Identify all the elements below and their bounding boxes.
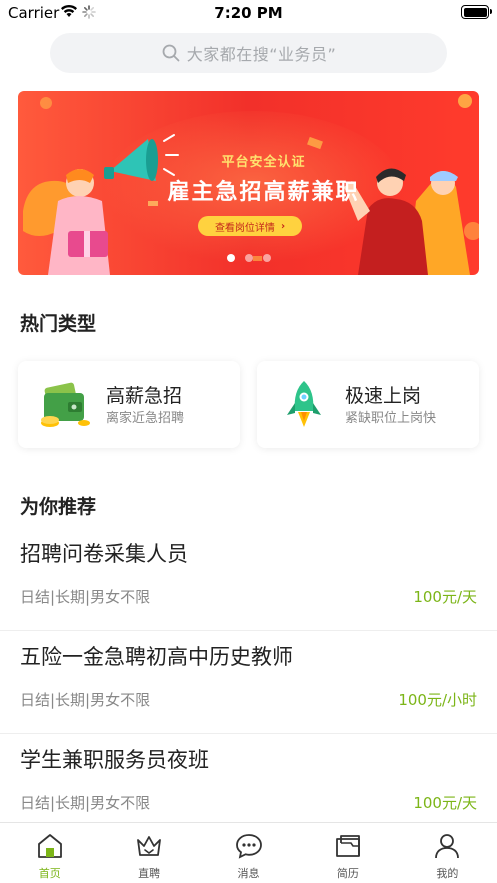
job-title: 学生兼职服务员夜班 [20, 748, 209, 772]
pagination-dot[interactable] [226, 254, 235, 262]
view-job-details-button[interactable]: 查看岗位详情 › [198, 216, 302, 236]
job-pay: 100元/小时 [398, 691, 477, 709]
pagination-dot[interactable] [262, 254, 271, 262]
section-title-recommend: 为你推荐 [18, 492, 103, 519]
bottom-tab-bar: 首页 直聘 消息 简历 我的 [0, 822, 497, 883]
banner-tag: 平台安全认证 [221, 155, 306, 170]
job-title: 五险一金急聘初高中历史教师 [20, 645, 293, 669]
search-icon [162, 44, 180, 62]
job-tags: 日结|长期|男女不限 [20, 588, 151, 606]
card-subtitle: 离家近急招聘 [106, 411, 185, 426]
tab-direct-hire[interactable]: 直聘 [99, 823, 198, 883]
search-placeholder: 大家都在搜“业务员” [186, 45, 337, 64]
banner-pagination[interactable] [18, 254, 479, 262]
chat-bubble-icon [235, 834, 262, 859]
home-icon [37, 834, 62, 858]
job-pay: 100元/天 [413, 794, 477, 812]
tab-label: 直聘 [138, 867, 161, 880]
banner-button-label: 查看岗位详情 [214, 222, 275, 234]
job-title: 招聘问卷采集人员 [20, 542, 188, 566]
tab-label: 首页 [38, 867, 61, 880]
crown-icon [137, 836, 162, 856]
promo-banner[interactable]: 平台安全认证 雇主急招高薪兼职 查看岗位详情 › [18, 91, 479, 275]
job-tags: 日结|长期|男女不限 [20, 691, 151, 709]
battery-icon [461, 5, 492, 19]
tab-profile[interactable]: 我的 [398, 823, 497, 883]
tab-resume[interactable]: 简历 [298, 823, 397, 883]
pagination-dot[interactable] [244, 254, 253, 262]
tab-messages[interactable]: 消息 [199, 823, 298, 883]
clock-time: 7:20 PM [214, 4, 283, 22]
tab-home[interactable]: 首页 [0, 823, 99, 883]
search-bar[interactable]: 大家都在搜“业务员” [50, 33, 447, 73]
chevron-right-icon: › [280, 220, 286, 232]
tab-label: 简历 [336, 867, 359, 880]
job-pay: 100元/天 [413, 588, 477, 606]
status-bar: Carrier 7:20 PM [0, 0, 497, 26]
person-icon [435, 834, 460, 859]
category-card-fast-onboard[interactable]: 极速上岗 紧缺职位上岗快 [257, 361, 479, 448]
tab-label: 消息 [237, 867, 260, 880]
card-subtitle: 紧缺职位上岗快 [345, 411, 437, 426]
banner-title: 雇主急招高薪兼职 [167, 180, 360, 205]
card-title: 极速上岗 [345, 385, 422, 407]
wallet-money-icon [41, 382, 90, 427]
category-card-high-pay[interactable]: 高薪急招 离家近急招聘 [18, 361, 240, 448]
job-list-item[interactable]: 招聘问卷采集人员 日结|长期|男女不限 100元/天 [0, 528, 497, 631]
job-tags: 日结|长期|男女不限 [20, 794, 151, 812]
tab-label: 我的 [436, 867, 459, 880]
rocket-icon [287, 381, 321, 427]
folder-icon [336, 835, 360, 857]
job-list-item[interactable]: 五险一金急聘初高中历史教师 日结|长期|男女不限 100元/小时 [0, 631, 497, 734]
section-title-hot-types: 热门类型 [18, 309, 103, 336]
card-title: 高薪急招 [106, 385, 183, 407]
